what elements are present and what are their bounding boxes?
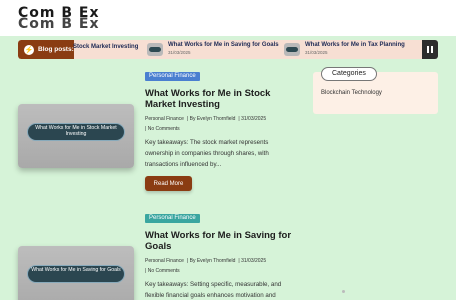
post-title[interactable]: What Works for Me in Stock Market Invest… — [145, 88, 295, 110]
post-title[interactable]: What Works for Me in Saving for Goals — [145, 230, 295, 252]
post-thumbnail-caption: What Works for Me in Stock Market Invest… — [27, 123, 125, 141]
ticker-label: ⚡ Blog posts: — [18, 40, 74, 59]
category-badge[interactable]: Personal Finance — [145, 72, 200, 81]
pause-icon — [427, 46, 429, 53]
post-date[interactable]: 31/03/2025 — [241, 116, 266, 122]
post-comments[interactable]: No Comments — [148, 126, 180, 132]
category-link[interactable]: Blockchain Technology — [321, 90, 382, 96]
post-excerpt: Key takeaways: Setting specific, measura… — [145, 281, 282, 299]
ticker-item[interactable]: What Works for Me in Tax Planning 31/03/… — [305, 42, 405, 55]
ticker-item[interactable]: Stock Market Investing — [73, 44, 138, 50]
post-date[interactable]: 31/03/2025 — [241, 258, 266, 264]
category-badge[interactable]: Personal Finance — [145, 214, 200, 223]
decorative-dot — [342, 290, 345, 293]
post-meta: Personal Finance | By Evelyn Thornfield | … — [145, 116, 267, 132]
post-excerpt: Key takeaways: The stock market represen… — [145, 139, 269, 168]
post-thumbnail[interactable]: What Works for Me in Stock Market Invest… — [18, 104, 134, 168]
ticker-thumbnail[interactable] — [147, 43, 163, 56]
categories-widget: Categories Blockchain Technology — [313, 67, 438, 114]
site-header: Com B Ex Com B Ex — [0, 0, 456, 36]
categories-title: Categories — [321, 67, 377, 81]
post-thumbnail-caption: What Works for Me in Saving for Goals — [27, 265, 125, 283]
site-logo[interactable]: Com B Ex Com B Ex — [18, 6, 100, 32]
news-ticker: ⚡ Blog posts: Stock Market Investing Wha… — [18, 40, 438, 59]
post-author[interactable]: By Evelyn Thornfield — [190, 258, 236, 264]
post-meta-category[interactable]: Personal Finance — [145, 116, 184, 122]
post-meta-category[interactable]: Personal Finance — [145, 258, 184, 264]
post-meta: Personal Finance | By Evelyn Thornfield | … — [145, 258, 267, 274]
post-comments[interactable]: No Comments — [148, 268, 180, 274]
lightning-icon: ⚡ — [24, 44, 34, 55]
logo-text-reflection: Com B Ex — [18, 16, 100, 32]
post-author[interactable]: By Evelyn Thornfield — [190, 116, 236, 122]
read-more-button[interactable]: Read More — [145, 176, 192, 191]
ticker-thumbnail[interactable] — [284, 43, 300, 56]
ticker-item[interactable]: What Works for Me in Saving for Goals 31… — [168, 42, 279, 55]
pause-button[interactable] — [422, 40, 438, 59]
post-thumbnail[interactable]: What Works for Me in Saving for Goals — [18, 246, 134, 300]
